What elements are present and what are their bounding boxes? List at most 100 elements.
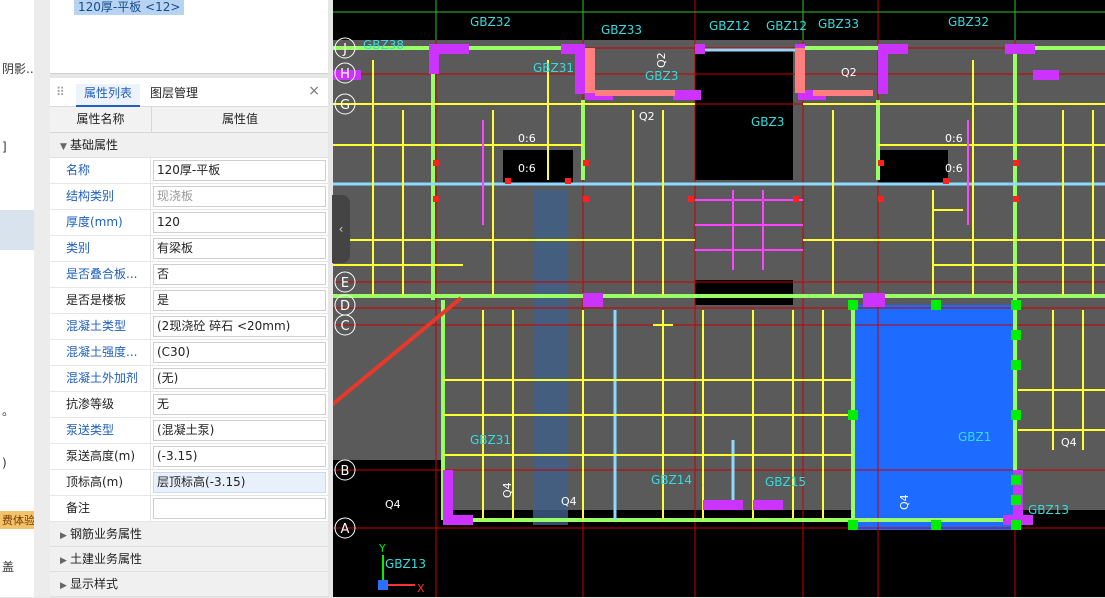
panel-collapse-handle[interactable]: ‹ [332, 195, 350, 263]
opening [695, 280, 793, 305]
property-value-input[interactable]: 120厚-平板 [153, 160, 326, 181]
property-name: 是否是楼板 [50, 288, 151, 313]
property-row: 类别 有梁板 [50, 236, 328, 262]
chevron-left-icon: ‹ [338, 222, 344, 236]
property-panel: ⠿ 属性列表 图层管理 × 属性名称 属性值 ▼ 基础属性 名称 120厚-平板 结… [50, 78, 328, 597]
wall-label: Q2 [841, 66, 857, 79]
property-name: 类别 [50, 236, 151, 261]
header-property-value: 属性值 [221, 112, 258, 126]
property-name: 是否叠合板... [50, 262, 151, 287]
left-strip-selected-item[interactable] [0, 210, 34, 250]
collapse-triangle-icon: ▼ [60, 142, 67, 152]
group-rebar-properties[interactable]: ▶ 钢筋业务属性 [50, 522, 328, 547]
property-row: 泵送高度(m) (-3.15) [50, 444, 328, 470]
expand-triangle-icon: ▶ [60, 556, 67, 566]
left-strip-fragment: ] [2, 140, 7, 154]
property-name: 备注 [50, 496, 151, 521]
group-civil-properties[interactable]: ▶ 土建业务属性 [50, 547, 328, 572]
tab-property-list[interactable]: 属性列表 [76, 84, 141, 107]
property-value-input[interactable]: (无) [153, 368, 326, 389]
wall-label: Q4 [501, 482, 514, 498]
ucs-x-label: X [417, 582, 425, 595]
property-value-input-top-elevation[interactable]: 层顶标高(-3.15) [153, 472, 326, 493]
axis-label: E [341, 276, 349, 291]
component-label: GBZ13 [1028, 503, 1069, 517]
property-value-input[interactable]: (2现浇砼 碎石 <20mm) [153, 316, 326, 337]
property-value-input[interactable] [153, 498, 326, 519]
component-label: GBZ33 [818, 17, 859, 31]
property-name: 顶标高(m) [50, 470, 151, 495]
property-value-input[interactable]: (C30) [153, 342, 326, 363]
left-toolbar-strip: 阴影... ] 。 ) 费体验 盖 [0, 0, 35, 597]
left-strip-fragment: 阴影... [2, 62, 35, 76]
property-row: 混凝土类型 (2现浇砼 碎石 <20mm) [50, 314, 328, 340]
property-table-header: 属性名称 属性值 [50, 107, 328, 133]
property-row: 厚度(mm) 120 [50, 210, 328, 236]
dim-label: 0:6 [945, 162, 963, 175]
header-property-name: 属性名称 [50, 107, 152, 132]
property-row: 是否是楼板是 [50, 288, 328, 314]
component-label: GBZ12 [709, 19, 750, 33]
tab-layer-management[interactable]: 图层管理 [150, 84, 198, 101]
cad-drawing-canvas[interactable]: J H G E D C B A GBZ38 GBZ32 GBZ33 GBZ12 … [333, 0, 1105, 597]
drag-handle-icon[interactable]: ⠿ [56, 85, 65, 99]
trial-badge[interactable]: 费体验 [0, 511, 34, 529]
expand-triangle-icon: ▶ [60, 531, 67, 541]
dim-label: 0:6 [518, 162, 536, 175]
property-value-input[interactable]: 是 [153, 290, 326, 311]
axis-label: C [340, 319, 349, 334]
property-row: 名称 120厚-平板 [50, 158, 328, 184]
property-value-input[interactable]: (-3.15) [153, 446, 326, 467]
property-value-input[interactable]: 120 [153, 212, 326, 233]
property-name: 厚度(mm) [50, 210, 151, 235]
property-panel-tabbar: ⠿ 属性列表 图层管理 × [50, 78, 328, 107]
property-name: 结构类别 [50, 184, 151, 209]
property-name: 混凝土强度... [50, 340, 151, 365]
component-label: GBZ32 [948, 15, 989, 29]
component-label: GBZ33 [601, 23, 642, 37]
axis-label: A [341, 522, 350, 537]
property-name: 混凝土外加剂 [50, 366, 151, 391]
opening [878, 150, 948, 185]
expand-triangle-icon: ▶ [60, 581, 67, 591]
property-row: 结构类别 现浇板 [50, 184, 328, 210]
axis-label: D [340, 299, 350, 314]
wall-label: Q4 [385, 498, 401, 511]
axis-label: J [342, 42, 347, 57]
ucs-y-label: Y [378, 542, 386, 555]
property-row: 混凝土强度... (C30) [50, 340, 328, 366]
property-value-input[interactable]: (混凝土泵) [153, 420, 326, 441]
axis-label: G [340, 98, 350, 113]
dim-label: 0:6 [518, 132, 536, 145]
wall-label: Q4 [561, 495, 577, 508]
property-row: 顶标高(m) 层顶标高(-3.15) [50, 470, 328, 496]
opening [503, 150, 573, 185]
property-name: 泵送类型 [50, 418, 151, 443]
property-value-input[interactable]: 有梁板 [153, 238, 326, 259]
property-row: 泵送类型 (混凝土泵) [50, 418, 328, 444]
component-list-item-selected[interactable]: 120厚-平板 <12> [74, 0, 185, 15]
component-label: GBZ32 [470, 15, 511, 29]
group-label: 基础属性 [70, 138, 119, 152]
component-list: 120厚-平板 <12> [50, 0, 328, 74]
dim-label: 0:6 [945, 132, 963, 145]
property-name: 抗渗等级 [50, 392, 151, 417]
component-label: GBZ3 [751, 115, 784, 129]
property-name: 名称 [50, 158, 151, 183]
component-label: GBZ14 [651, 473, 692, 487]
component-label: GBZ31 [533, 61, 574, 75]
axis-label: H [340, 67, 350, 82]
group-basic-properties[interactable]: ▼ 基础属性 [50, 133, 328, 158]
component-label: GBZ1 [958, 430, 991, 444]
group-label: 显示样式 [70, 577, 119, 591]
group-label: 土建业务属性 [70, 552, 143, 566]
property-value-input[interactable]: 否 [153, 264, 326, 285]
component-label: GBZ13 [385, 557, 426, 571]
wall-label: Q4 [1061, 436, 1077, 449]
property-value-input[interactable]: 现浇板 [153, 186, 326, 207]
wall-label: Q4 [898, 494, 911, 510]
property-value-input[interactable]: 无 [153, 394, 326, 415]
close-icon[interactable]: × [308, 83, 320, 99]
group-display-style[interactable]: ▶ 显示样式 [50, 572, 328, 597]
property-name: 泵送高度(m) [50, 444, 151, 469]
